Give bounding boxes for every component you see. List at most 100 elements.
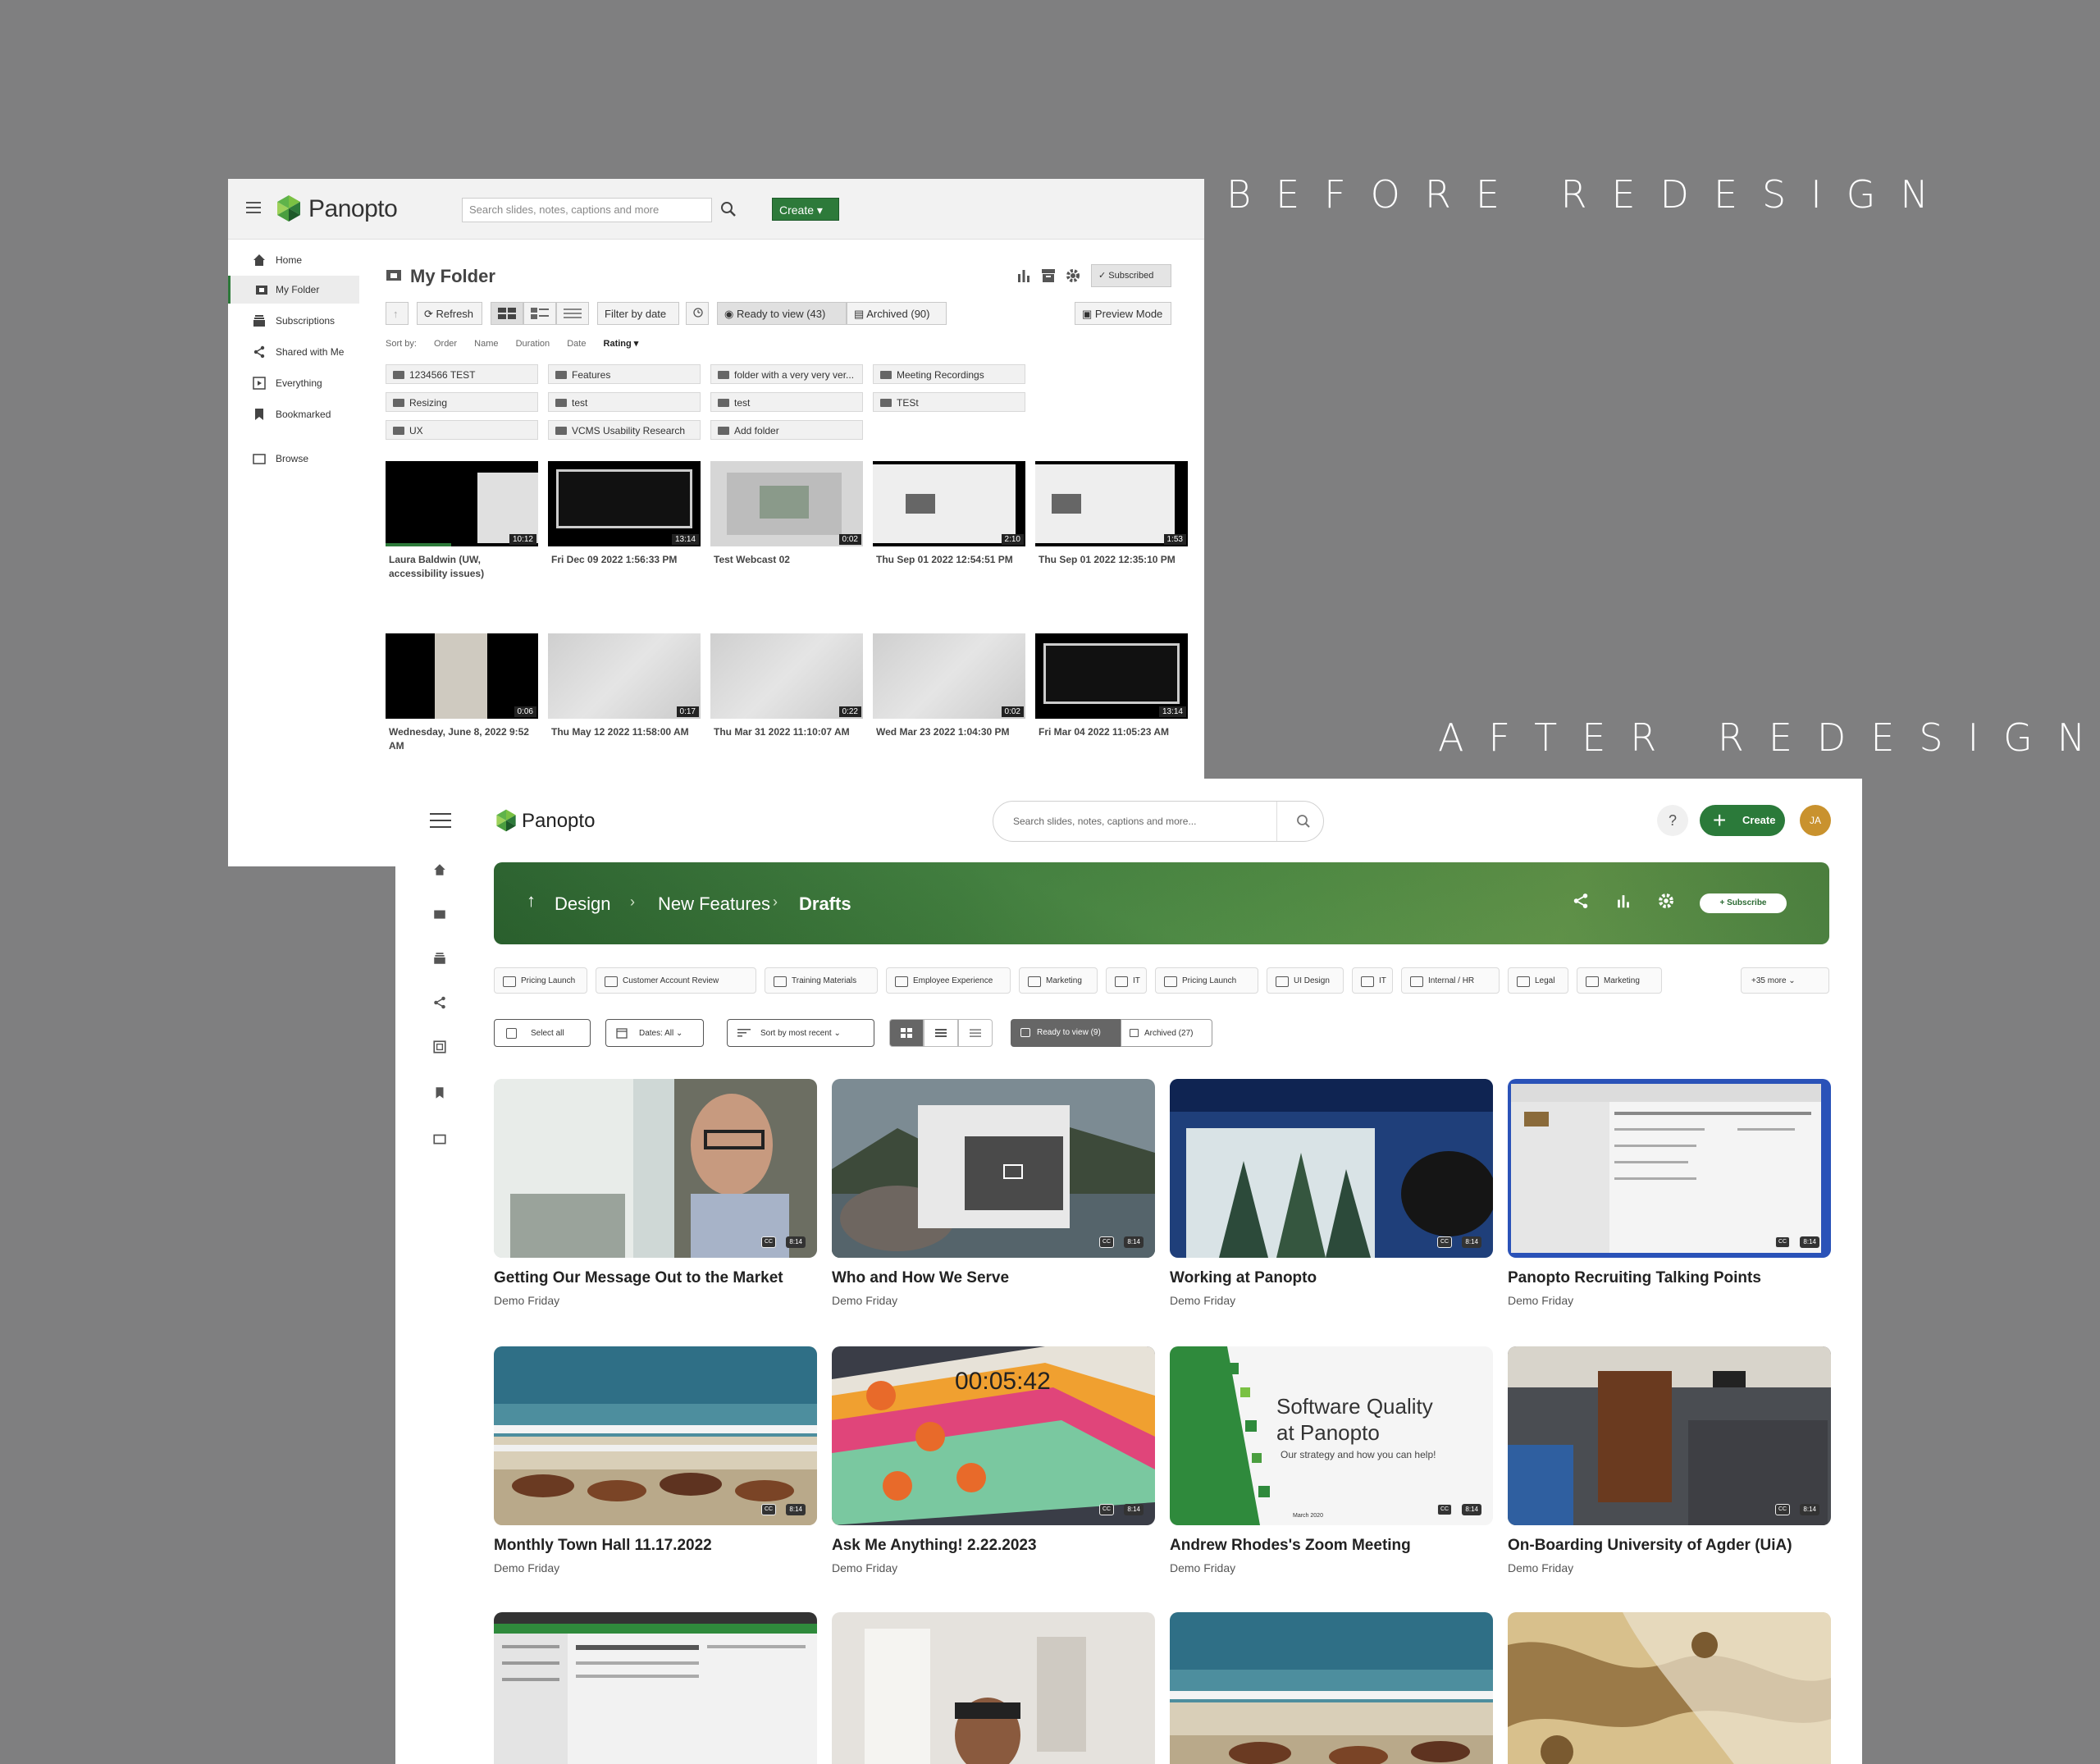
everything-icon[interactable] <box>432 1040 447 1054</box>
search-input[interactable]: Search slides, notes, captions and more.… <box>993 802 1277 841</box>
subscriptions-icon[interactable] <box>432 951 447 966</box>
video-card[interactable] <box>832 1612 1155 1764</box>
folder-item[interactable]: Meeting Recordings <box>873 364 1025 384</box>
folder-item[interactable]: test <box>710 392 863 412</box>
video-card[interactable]: 00:05:42 CC 8:14 Ask Me Anything! 2.22.2… <box>832 1346 1155 1574</box>
video-thumbnail[interactable]: 1:53 <box>1035 461 1188 546</box>
folder-item[interactable]: test <box>548 392 701 412</box>
sidebar-item-shared[interactable]: Shared with Me <box>228 338 359 366</box>
home-icon[interactable] <box>432 862 447 877</box>
folder-chip[interactable]: IT <box>1106 967 1147 994</box>
sort-date[interactable]: Date <box>567 339 586 349</box>
video-item[interactable]: 1:53 Thu Sep 01 2022 12:35:10 PM <box>1035 461 1188 567</box>
list-view-button[interactable] <box>556 302 589 325</box>
select-all-button[interactable]: Select all <box>494 1019 591 1047</box>
video-thumbnail[interactable] <box>832 1612 1155 1764</box>
folder-chip[interactable]: Internal / HR <box>1401 967 1500 994</box>
create-button[interactable]: Create <box>1700 805 1785 836</box>
video-item[interactable]: 0:17 Thu May 12 2022 11:58:00 AM <box>548 633 701 739</box>
up-folder-button[interactable]: ↑ <box>386 302 409 325</box>
sidebar-item-subscriptions[interactable]: Subscriptions <box>228 307 359 335</box>
folder-item[interactable]: Resizing <box>386 392 538 412</box>
search-icon[interactable] <box>718 199 739 220</box>
folder-chip[interactable]: Training Materials <box>765 967 878 994</box>
video-item[interactable]: 13:14 Fri Dec 09 2022 1:56:33 PM <box>548 461 701 567</box>
hamburger-menu-icon[interactable] <box>246 202 261 213</box>
sidebar-item-my-folder[interactable]: My Folder <box>228 276 359 304</box>
list-view-button[interactable] <box>958 1019 993 1047</box>
video-thumbnail[interactable] <box>1170 1612 1493 1764</box>
share-icon[interactable] <box>432 995 447 1010</box>
folder-chip[interactable]: Marketing <box>1019 967 1098 994</box>
video-card[interactable] <box>1170 1612 1493 1764</box>
grid-view-button[interactable] <box>491 302 523 325</box>
video-item[interactable]: 0:22 Thu Mar 31 2022 11:10:07 AM <box>710 633 863 739</box>
hamburger-menu-icon[interactable] <box>430 813 451 828</box>
sort-duration[interactable]: Duration <box>516 339 550 349</box>
up-arrow-icon[interactable]: ↑ <box>527 890 536 912</box>
sort-name[interactable]: Name <box>474 339 498 349</box>
video-thumbnail[interactable]: CC 8:14 <box>832 1079 1155 1258</box>
archive-icon[interactable] <box>1040 267 1057 284</box>
sort-rating[interactable]: Rating ▾ <box>604 339 639 349</box>
clock-button[interactable] <box>686 302 709 325</box>
grid-view-button[interactable] <box>889 1019 924 1047</box>
video-thumbnail[interactable]: 0:02 <box>873 633 1025 719</box>
folder-chip[interactable]: IT <box>1352 967 1393 994</box>
video-thumbnail[interactable]: CC 8:14 <box>1508 1079 1831 1258</box>
video-item[interactable]: 0:06 Wednesday, June 8, 2022 9:52 AM <box>386 633 538 753</box>
folder-chip[interactable]: UI Design <box>1267 967 1344 994</box>
gear-icon[interactable] <box>1657 892 1675 910</box>
sidebar-item-everything[interactable]: Everything <box>228 369 359 397</box>
add-folder-button[interactable]: Add folder <box>710 420 863 440</box>
video-card[interactable]: CC 8:14 Monthly Town Hall 11.17.2022 Dem… <box>494 1346 817 1574</box>
video-card[interactable]: CC 8:14 Who and How We Serve Demo Friday <box>832 1079 1155 1307</box>
folder-chip[interactable]: Legal <box>1508 967 1568 994</box>
sort-order[interactable]: Order <box>434 339 457 349</box>
video-thumbnail[interactable]: 13:14 <box>548 461 701 546</box>
folder-item[interactable]: Features <box>548 364 701 384</box>
folder-item[interactable]: folder with a very very ver... <box>710 364 863 384</box>
video-item[interactable]: 13:14 Fri Mar 04 2022 11:05:23 AM <box>1035 633 1188 739</box>
folder-chip[interactable]: Marketing <box>1577 967 1662 994</box>
video-thumbnail[interactable]: CC 8:14 <box>494 1079 817 1258</box>
video-card[interactable] <box>1508 1612 1831 1764</box>
sidebar-item-bookmarked[interactable]: Bookmarked <box>228 400 359 428</box>
video-item[interactable]: 0:02 Wed Mar 23 2022 1:04:30 PM <box>873 633 1025 739</box>
video-item[interactable]: 10:12 Laura Baldwin (UW, accessibility i… <box>386 461 538 581</box>
search-icon[interactable] <box>1295 813 1312 829</box>
help-button[interactable]: ? <box>1657 805 1688 836</box>
archived-tab[interactable]: Archived (27) <box>1121 1019 1212 1047</box>
breadcrumb-item[interactable]: New Features <box>658 893 770 915</box>
video-item[interactable]: 2:10 Thu Sep 01 2022 12:54:51 PM <box>873 461 1025 567</box>
video-thumbnail[interactable]: CC 8:14 <box>494 1346 817 1525</box>
detail-view-button[interactable] <box>924 1019 958 1047</box>
video-thumbnail[interactable]: CC 8:14 <box>1170 1079 1493 1258</box>
refresh-button[interactable]: ⟳ Refresh <box>417 302 482 325</box>
video-thumbnail[interactable] <box>1508 1612 1831 1764</box>
video-thumbnail[interactable]: CC 8:14 <box>1508 1346 1831 1525</box>
folder-item[interactable]: 1234566 TEST <box>386 364 538 384</box>
more-folders-button[interactable]: +35 more ⌄ <box>1741 967 1829 994</box>
sidebar-item-home[interactable]: Home <box>228 246 359 274</box>
preview-mode-button[interactable]: ▣ Preview Mode <box>1075 302 1171 325</box>
folder-chip[interactable]: Employee Experience <box>886 967 1011 994</box>
gear-icon[interactable] <box>1065 267 1081 284</box>
video-thumbnail[interactable]: 0:22 <box>710 633 863 719</box>
video-card[interactable]: CC 8:14 Getting Our Message Out to the M… <box>494 1079 817 1307</box>
folder-icon[interactable] <box>432 907 447 921</box>
sort-dropdown[interactable]: Sort by most recent ⌄ <box>727 1019 874 1047</box>
video-thumbnail[interactable]: Software Quality at Panopto Our strategy… <box>1170 1346 1493 1525</box>
search-input[interactable]: Search slides, notes, captions and more <box>462 198 712 222</box>
avatar[interactable]: JA <box>1800 805 1831 836</box>
video-thumbnail[interactable]: 0:02 <box>710 461 863 546</box>
video-thumbnail[interactable]: 13:14 <box>1035 633 1188 719</box>
video-card[interactable]: CC 8:14 Working at Panopto Demo Friday <box>1170 1079 1493 1307</box>
subscribed-button[interactable]: ✓ Subscribed <box>1091 264 1171 287</box>
folder-item[interactable]: VCMS Usability Research <box>548 420 701 440</box>
sidebar-item-browse[interactable]: Browse <box>228 445 359 473</box>
folder-item[interactable]: UX <box>386 420 538 440</box>
subscribe-button[interactable]: + Subscribe <box>1700 893 1787 913</box>
video-thumbnail[interactable]: 00:05:42 CC 8:14 <box>832 1346 1155 1525</box>
stats-icon[interactable] <box>1016 267 1032 284</box>
